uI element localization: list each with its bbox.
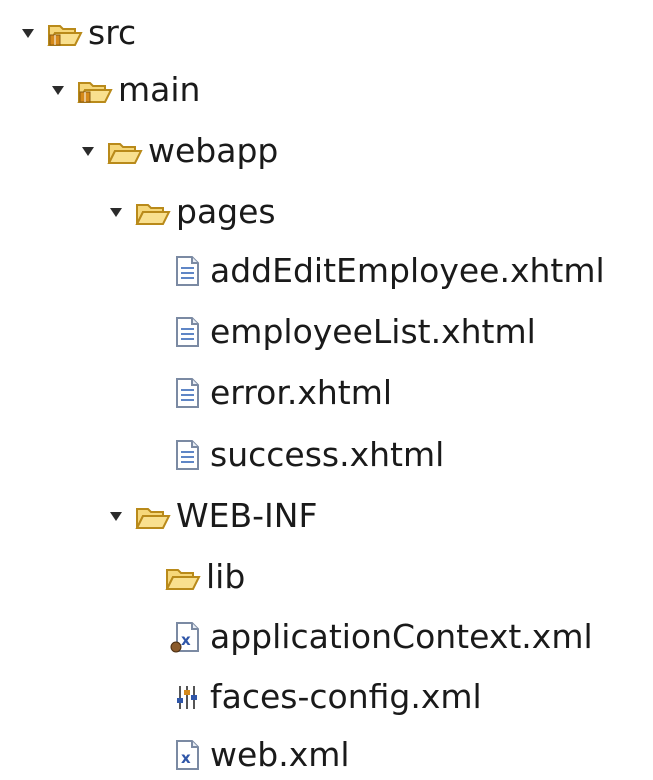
spring-xml-file-icon: x — [168, 620, 206, 654]
tree-item-src[interactable]: src — [20, 8, 136, 58]
tree-item-web-xml[interactable]: x web.xml — [168, 730, 350, 780]
tree-item-label: src — [88, 13, 137, 52]
tree-item-label: applicationContext.xml — [210, 617, 593, 656]
tree-item-label: employeeList.xhtml — [210, 312, 536, 351]
tree-item-error-xhtml[interactable]: error.xhtml — [168, 368, 392, 418]
tree-item-pages[interactable]: pages — [108, 187, 276, 237]
faces-config-icon — [168, 680, 206, 714]
text-file-icon — [168, 315, 206, 349]
package-folder-open-icon — [46, 16, 84, 50]
project-explorer-tree: src main webapp pages addEditEmployee.xh… — [0, 0, 653, 778]
tree-item-label: webapp — [148, 131, 279, 170]
text-file-icon — [168, 438, 206, 472]
tree-item-applicationcontext-xml[interactable]: x applicationContext.xml — [168, 612, 593, 662]
tree-item-label: WEB-INF — [176, 496, 318, 535]
text-file-icon — [168, 376, 206, 410]
expand-toggle[interactable] — [80, 143, 96, 159]
folder-open-icon — [164, 560, 202, 594]
tree-item-webapp[interactable]: webapp — [80, 126, 278, 176]
tree-item-label: lib — [206, 557, 246, 596]
tree-item-employeelist-xhtml[interactable]: employeeList.xhtml — [168, 307, 536, 357]
tree-item-label: web.xml — [210, 735, 350, 774]
expand-toggle[interactable] — [108, 508, 124, 524]
expand-toggle[interactable] — [108, 204, 124, 220]
tree-item-label: pages — [176, 192, 276, 231]
tree-item-label: success.xhtml — [210, 435, 445, 474]
tree-item-lib[interactable]: lib — [164, 552, 245, 602]
folder-open-icon — [134, 499, 172, 533]
tree-item-label: addEditEmployee.xhtml — [210, 251, 605, 290]
text-file-icon — [168, 254, 206, 288]
tree-item-faces-config-xml[interactable]: faces-config.xml — [168, 672, 482, 722]
tree-item-main[interactable]: main — [50, 65, 200, 115]
tree-item-success-xhtml[interactable]: success.xhtml — [168, 430, 444, 480]
package-folder-open-icon — [76, 73, 114, 107]
tree-item-label: faces-config.xml — [210, 677, 482, 716]
tree-item-web-inf[interactable]: WEB-INF — [108, 491, 317, 541]
tree-item-label: error.xhtml — [210, 373, 393, 412]
tree-item-addeditemployee-xhtml[interactable]: addEditEmployee.xhtml — [168, 246, 605, 296]
folder-open-icon — [134, 195, 172, 229]
folder-open-icon — [106, 134, 144, 168]
xml-file-icon: x — [168, 738, 206, 772]
svg-text:x: x — [181, 631, 191, 649]
tree-item-label: main — [118, 70, 201, 109]
expand-toggle[interactable] — [20, 25, 36, 41]
svg-text:x: x — [181, 749, 191, 767]
expand-toggle[interactable] — [50, 82, 66, 98]
